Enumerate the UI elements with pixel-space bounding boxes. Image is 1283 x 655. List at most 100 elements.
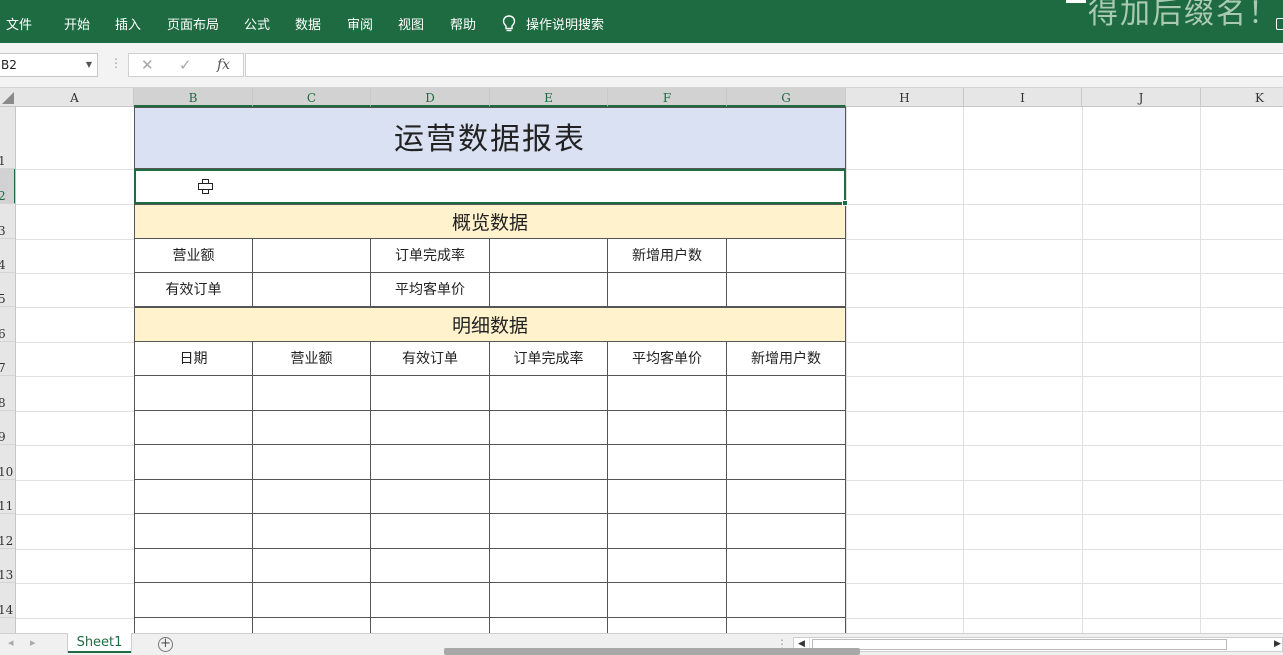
detail-data-cell[interactable]	[490, 480, 608, 514]
row-header-6[interactable]: 6	[0, 307, 15, 342]
detail-data-cell[interactable]	[608, 514, 727, 549]
detail-data-cell[interactable]	[134, 411, 253, 445]
column-header-h[interactable]: H	[846, 88, 964, 107]
scroll-right-icon[interactable]: ▶	[1274, 638, 1282, 651]
overview-cell[interactable]: 平均客单价	[371, 273, 490, 307]
tab-view[interactable]: 视图	[398, 0, 424, 43]
detail-data-cell[interactable]	[608, 583, 727, 618]
row-header-8[interactable]: 8	[0, 376, 15, 411]
row-header-3[interactable]: 3	[0, 204, 15, 239]
overview-cell[interactable]	[490, 273, 608, 307]
detail-header-cell[interactable]: 日期	[134, 342, 253, 376]
detail-data-cell[interactable]	[608, 480, 727, 514]
row-header-11[interactable]: 11	[0, 480, 15, 514]
detail-data-cell[interactable]	[608, 618, 727, 633]
detail-data-cell[interactable]	[134, 514, 253, 549]
detail-data-cell[interactable]	[134, 583, 253, 618]
detail-header-cell[interactable]: 新增用户数	[727, 342, 846, 376]
overview-cell[interactable]: 订单完成率	[371, 239, 490, 273]
detail-data-cell[interactable]	[490, 445, 608, 480]
detail-data-cell[interactable]	[253, 376, 371, 411]
detail-header-cell[interactable]: 有效订单	[371, 342, 490, 376]
column-header-d[interactable]: D	[371, 88, 490, 107]
worksheet-grid[interactable]: 运营数据报表 概览数据 营业额 订单完成率 新增用户数 有效订单 平均客单价 明…	[16, 107, 1283, 633]
chevron-down-icon[interactable]: ▼	[86, 54, 92, 76]
add-sheet-button[interactable]: +	[158, 637, 173, 652]
scrollbar-thumb[interactable]	[812, 639, 1227, 650]
detail-data-cell[interactable]	[608, 445, 727, 480]
window-scrollbar-thumb[interactable]	[444, 648, 860, 655]
row-header-2[interactable]: 2	[0, 169, 15, 204]
row-header-14[interactable]: 14	[0, 583, 15, 618]
overview-cell[interactable]	[727, 239, 846, 273]
scroll-tabs-left-icon[interactable]: ◂	[8, 636, 14, 649]
detail-data-cell[interactable]	[134, 376, 253, 411]
detail-data-cell[interactable]	[371, 549, 490, 583]
detail-data-cell[interactable]	[727, 514, 846, 549]
horizontal-scrollbar[interactable]: ◀ ▶	[793, 637, 1283, 652]
detail-data-cell[interactable]	[727, 445, 846, 480]
detail-data-cell[interactable]	[134, 618, 253, 633]
column-header-i[interactable]: I	[964, 88, 1082, 107]
detail-title-cell[interactable]: 明细数据	[134, 307, 846, 342]
tab-formulas[interactable]: 公式	[244, 0, 270, 43]
detail-data-cell[interactable]	[253, 514, 371, 549]
overview-cell[interactable]: 新增用户数	[608, 239, 727, 273]
detail-data-cell[interactable]	[253, 618, 371, 633]
overview-cell[interactable]	[608, 273, 727, 307]
overview-cell[interactable]	[253, 239, 371, 273]
column-header-j[interactable]: J	[1082, 88, 1201, 107]
detail-data-cell[interactable]	[490, 618, 608, 633]
overview-cell[interactable]	[727, 273, 846, 307]
name-box[interactable]: B2 ▼	[0, 53, 98, 77]
formula-input[interactable]	[245, 53, 1283, 77]
scroll-tabs-right-icon[interactable]: ▸	[30, 636, 36, 649]
detail-data-cell[interactable]	[727, 480, 846, 514]
detail-header-cell[interactable]: 订单完成率	[490, 342, 608, 376]
row-header-12[interactable]: 12	[0, 514, 15, 549]
tab-insert[interactable]: 插入	[115, 0, 141, 43]
fill-handle[interactable]	[842, 200, 848, 206]
column-header-c[interactable]: C	[253, 88, 371, 107]
tab-help[interactable]: 帮助	[450, 0, 476, 43]
detail-data-cell[interactable]	[490, 376, 608, 411]
detail-data-cell[interactable]	[490, 514, 608, 549]
detail-data-cell[interactable]	[371, 618, 490, 633]
tell-me-search[interactable]: 操作说明搜索	[502, 0, 604, 43]
detail-data-cell[interactable]	[134, 549, 253, 583]
column-header-e[interactable]: E	[490, 88, 608, 107]
detail-data-cell[interactable]	[253, 445, 371, 480]
confirm-icon[interactable]: ✓	[179, 54, 192, 76]
column-header-b[interactable]: B	[134, 88, 253, 107]
detail-data-cell[interactable]	[371, 480, 490, 514]
overview-cell[interactable]	[253, 273, 371, 307]
detail-data-cell[interactable]	[490, 549, 608, 583]
detail-data-cell[interactable]	[134, 480, 253, 514]
row-header-7[interactable]: 7	[0, 342, 15, 376]
column-header-a[interactable]: A	[16, 88, 134, 107]
row-header-10[interactable]: 10	[0, 445, 15, 480]
row-header-13[interactable]: 13	[0, 549, 15, 583]
tab-data[interactable]: 数据	[295, 0, 321, 43]
overview-cell[interactable]: 营业额	[134, 239, 253, 273]
selected-cell-b2[interactable]	[134, 169, 846, 204]
detail-header-cell[interactable]: 营业额	[253, 342, 371, 376]
detail-data-cell[interactable]	[371, 411, 490, 445]
tab-file[interactable]: 文件	[6, 0, 32, 43]
detail-data-cell[interactable]	[371, 514, 490, 549]
overview-title-cell[interactable]: 概览数据	[134, 204, 846, 239]
detail-data-cell[interactable]	[371, 376, 490, 411]
row-header-1[interactable]: 1	[0, 107, 15, 169]
report-title-cell[interactable]: 运营数据报表	[134, 107, 846, 169]
column-header-g[interactable]: G	[727, 88, 846, 107]
comments-icon[interactable]	[1276, 18, 1283, 30]
overview-cell[interactable]	[490, 239, 608, 273]
row-header-4[interactable]: 4	[0, 239, 15, 273]
tab-page-layout[interactable]: 页面布局	[167, 0, 219, 43]
column-header-f[interactable]: F	[608, 88, 727, 107]
overview-cell[interactable]: 有效订单	[134, 273, 253, 307]
detail-data-cell[interactable]	[253, 549, 371, 583]
drag-handle-icon[interactable]: ⋮	[110, 56, 122, 70]
detail-data-cell[interactable]	[727, 376, 846, 411]
detail-data-cell[interactable]	[253, 480, 371, 514]
